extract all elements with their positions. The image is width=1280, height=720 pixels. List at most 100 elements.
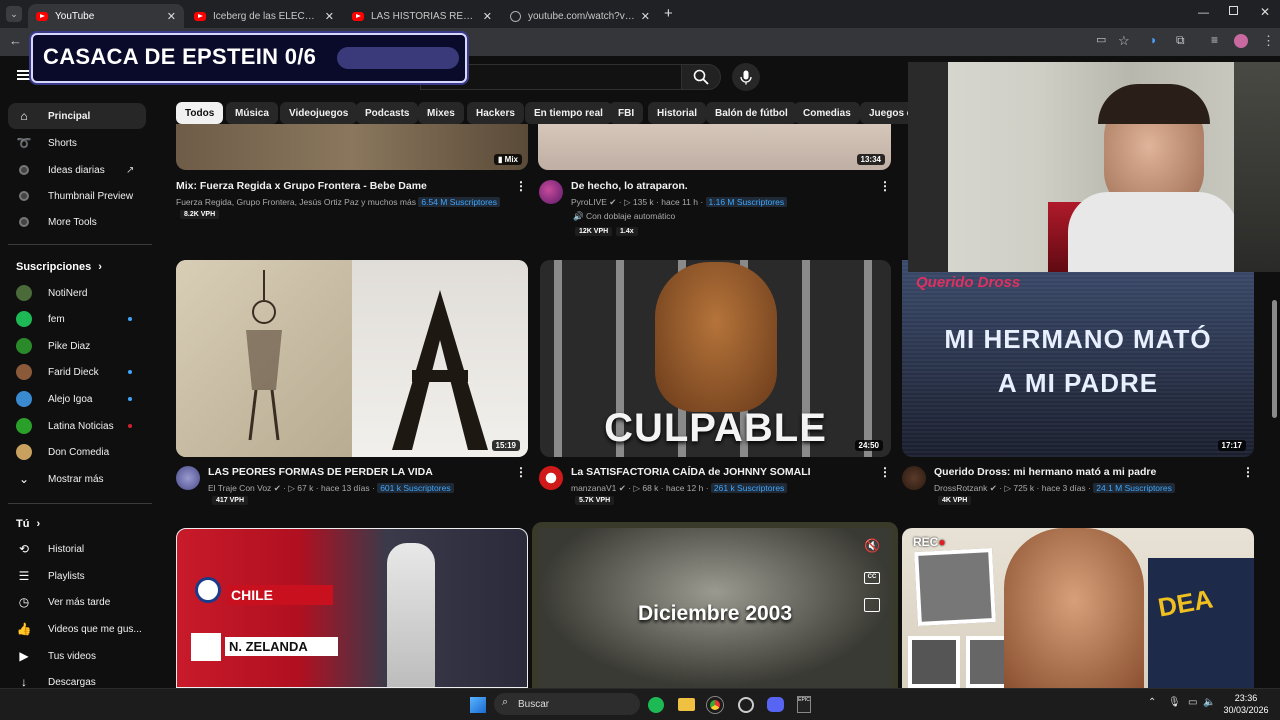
video-title[interactable]: Querido Dross: mi hermano mató a mi padr…	[934, 466, 1156, 478]
channel-name[interactable]: DrossRotzank	[934, 483, 987, 493]
sidebar-item-mostrar-más[interactable]: ⌄ Mostrar más	[0, 466, 152, 492]
channel-name[interactable]: El Traje Con Voz	[208, 483, 271, 493]
channel-avatar[interactable]	[176, 466, 200, 490]
chip-música[interactable]: Música	[226, 102, 278, 124]
discord-icon[interactable]	[767, 697, 784, 712]
tab-iceberg[interactable]: Iceberg de las ELECCIONES PR ✕	[186, 4, 342, 28]
menu-dots-icon[interactable]: ⋮	[1262, 33, 1275, 49]
video-thumbnail[interactable]: CULPABLE 24:50	[540, 260, 891, 457]
tab-search-button[interactable]: ⌄	[6, 6, 22, 22]
channel-name[interactable]: manzanaV1	[571, 483, 616, 493]
more-options-icon[interactable]: ⋮	[515, 465, 527, 479]
sidebar-item-shorts[interactable]: ➰ Shorts	[0, 130, 152, 156]
video-thumbnail[interactable]: 15:19	[176, 260, 528, 457]
file-explorer-icon[interactable]	[678, 698, 695, 711]
tab-close-icon[interactable]: ✕	[325, 10, 334, 23]
restore-icon[interactable]	[1229, 6, 1238, 15]
mute-icon[interactable]: 🔇	[864, 538, 880, 554]
video-preview-player[interactable]: Diciembre 2003 🔇 CC	[532, 522, 898, 688]
video-thumbnail[interactable]: 13:34	[538, 124, 891, 170]
chip-historial[interactable]: Historial	[648, 102, 707, 124]
sidebar-item-ver-mas-tarde[interactable]: ◷ Ver más tarde	[0, 589, 152, 615]
you-heading[interactable]: Tú ›	[16, 518, 40, 530]
volume-icon[interactable]: 🔈	[1203, 697, 1215, 708]
media-control-icon[interactable]: ≡	[1211, 33, 1218, 47]
more-options-icon[interactable]: ⋮	[879, 465, 891, 479]
taskbar-time[interactable]: 23:36	[1226, 693, 1266, 703]
video-thumbnail[interactable]: REC● DEA	[902, 528, 1254, 688]
profile-avatar[interactable]	[1234, 34, 1248, 48]
extension-icon[interactable]: ◗	[1150, 33, 1157, 47]
captions-icon[interactable]: CC	[864, 572, 880, 584]
sidebar-item-more-tools[interactable]: More Tools	[0, 209, 152, 235]
chevron-up-icon[interactable]: ⌃	[1148, 697, 1156, 708]
sidebar-item-tus-videos[interactable]: ▶ Tus videos	[0, 643, 152, 669]
chip-videojuegos[interactable]: Videojuegos	[280, 102, 358, 124]
taskbar-search[interactable]	[494, 693, 640, 715]
chip-balón-de-fútbol[interactable]: Balón de fútbol	[706, 102, 797, 124]
sidebar-item-pike-diaz[interactable]: Pike Diaz	[0, 333, 152, 359]
chip-mixes[interactable]: Mixes	[418, 102, 464, 124]
search-button[interactable]	[681, 64, 721, 90]
close-icon[interactable]: ✕	[1260, 5, 1270, 19]
tab-close-icon[interactable]: ✕	[167, 10, 176, 23]
video-title[interactable]: De hecho, lo atraparon.	[571, 180, 688, 192]
more-options-icon[interactable]: ⋮	[515, 179, 527, 193]
sidebar-item-thumbnail-preview[interactable]: Thumbnail Preview	[0, 183, 152, 209]
chip-fbi[interactable]: FBI	[609, 102, 644, 124]
tab-close-icon[interactable]: ✕	[641, 10, 650, 23]
more-options-icon[interactable]: ⋮	[1242, 465, 1254, 479]
video-thumbnail[interactable]: ▮ Mix	[176, 124, 528, 170]
minimize-icon[interactable]: —	[1198, 7, 1209, 19]
more-options-icon[interactable]: ⋮	[879, 179, 891, 193]
cast-icon[interactable]: ▭	[1096, 33, 1106, 46]
chrome-icon[interactable]	[707, 697, 723, 713]
tab-close-icon[interactable]: ✕	[483, 10, 492, 23]
voice-search-button[interactable]	[732, 63, 760, 91]
chip-juegos-de[interactable]: Juegos de	[860, 102, 908, 124]
tab-watch[interactable]: youtube.com/watch?v=s8ca-8J ✕	[502, 4, 658, 28]
tab-historias[interactable]: LAS HISTORIAS REALES DE 4CH ✕	[344, 4, 500, 28]
sidebar-item-farid-dieck[interactable]: Farid Dieck	[0, 359, 152, 385]
sidebar-item-fem[interactable]: fem	[0, 306, 152, 332]
sidebar-item-principal[interactable]: ⌂ Principal	[8, 103, 146, 129]
puzzle-icon[interactable]: ⧉	[1176, 33, 1185, 48]
epic-games-icon[interactable]: EPIC	[797, 696, 811, 713]
spotify-icon[interactable]	[648, 697, 664, 713]
sidebar-item-don-comedia[interactable]: Don Comedia	[0, 439, 152, 465]
back-arrow-icon[interactable]: ←	[9, 33, 22, 48]
chip-en-tiempo-real[interactable]: En tiempo real	[525, 102, 612, 124]
start-button[interactable]	[470, 697, 486, 713]
sidebar-item-historial[interactable]: ⟲ Historial	[0, 536, 152, 562]
sidebar-item-alejo-igoa[interactable]: Alejo Igoa	[0, 386, 152, 412]
new-tab-button[interactable]: +	[664, 5, 673, 22]
channel-name[interactable]: PyroLIVE	[571, 197, 607, 207]
add-to-queue-icon[interactable]	[864, 598, 880, 612]
taskbar-date[interactable]: 30/03/2026	[1222, 705, 1270, 715]
sidebar-item-playlists[interactable]: ☰ Playlists	[0, 563, 152, 589]
tab-youtube[interactable]: YouTube ✕	[28, 4, 184, 28]
sidebar-item-videos-que-me-gustan[interactable]: 👍 Videos que me gus...	[0, 616, 152, 642]
clock-app-icon[interactable]	[738, 697, 754, 713]
hamburger-menu-icon[interactable]	[17, 70, 31, 80]
video-thumbnail[interactable]: Querido Dross MI HERMANO MATÓ A MI PADRE…	[902, 260, 1254, 457]
sidebar-item-ideas-diarias[interactable]: Ideas diarias ↗	[0, 157, 152, 183]
chip-comedias[interactable]: Comedias	[794, 102, 860, 124]
channel-avatar[interactable]	[539, 466, 563, 490]
microphone-tray-icon[interactable]: 🎙	[1168, 697, 1181, 708]
video-thumbnail[interactable]: CHILE N. ZELANDA	[176, 528, 528, 688]
network-icon[interactable]: ▭	[1188, 697, 1197, 708]
video-title[interactable]: Mix: Fuerza Regida x Grupo Frontera - Be…	[176, 180, 427, 192]
subscriptions-heading[interactable]: Suscripciones ›	[16, 261, 102, 273]
sidebar-item-notinerd[interactable]: NotiNerd	[0, 280, 152, 306]
channel-avatar[interactable]	[902, 466, 926, 490]
sidebar-item-latina-noticias[interactable]: Latina Noticias	[0, 413, 152, 439]
page-scrollbar[interactable]	[1272, 300, 1277, 418]
bookmark-star-icon[interactable]: ☆	[1118, 33, 1130, 49]
video-title[interactable]: LAS PEORES FORMAS DE PERDER LA VIDA	[208, 466, 433, 478]
channel-avatar[interactable]	[539, 180, 563, 204]
chip-todos[interactable]: Todos	[176, 102, 224, 124]
video-title[interactable]: La SATISFACTORIA CAÍDA de JOHNNY SOMALI	[571, 466, 811, 478]
chip-podcasts[interactable]: Podcasts	[356, 102, 419, 124]
chip-hackers[interactable]: Hackers	[467, 102, 524, 124]
